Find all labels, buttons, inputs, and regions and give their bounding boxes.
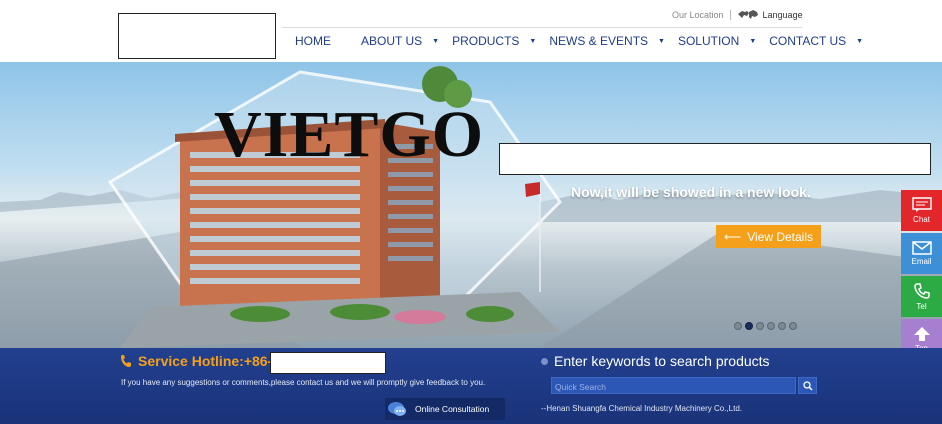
nav-label: CONTACT US [769, 34, 847, 48]
chat-bubble-icon [388, 402, 406, 416]
carousel-dot[interactable] [789, 322, 797, 330]
service-hotline: Service Hotline:+86- [120, 353, 272, 369]
main-nav: HOME ABOUT US ▼ PRODUCTS ▼ NEWS & EVENTS… [295, 33, 863, 49]
search-heading-text: Enter keywords to search products [554, 353, 770, 369]
nav-item-news-events[interactable]: NEWS & EVENTS ▼ [549, 34, 665, 48]
carousel-dot[interactable] [778, 322, 786, 330]
site-header: Our Location Language HOME ABOUT US ▼ PR… [0, 0, 942, 62]
email-button[interactable]: Email [901, 233, 942, 274]
phone-icon [913, 283, 930, 299]
arrow-left-icon: ⟵ [723, 229, 742, 244]
hotline-label: Service Hotline:+86- [138, 353, 273, 369]
chevron-down-icon: ▼ [749, 37, 757, 45]
redacted-box [499, 143, 931, 175]
nav-divider [282, 27, 802, 28]
bullet-icon [541, 357, 548, 365]
nav-item-contact-us[interactable]: CONTACT US ▼ [769, 34, 863, 48]
nav-label: HOME [295, 34, 331, 48]
logo-placeholder[interactable] [118, 13, 276, 59]
banner-tagline: Now,it will be showed in a new look. [571, 184, 811, 200]
view-details-label: View Details [747, 229, 813, 244]
header-utility-links: Our Location Language [672, 8, 803, 22]
language-selector[interactable]: Language [737, 9, 803, 21]
chat-label: Chat [913, 215, 930, 224]
chevron-down-icon: ▼ [856, 37, 864, 45]
our-location-link[interactable]: Our Location [672, 10, 724, 20]
nav-label: NEWS & EVENTS [549, 34, 649, 48]
chat-icon [911, 197, 932, 212]
company-name: --Henan Shuangfa Chemical Industry Machi… [541, 404, 742, 413]
tel-label: Tel [916, 302, 927, 311]
tel-button[interactable]: Tel [901, 276, 942, 317]
watermark-text: VIETGO [214, 98, 485, 171]
hero-banner: VIETGO Now,it will be showed in a new lo… [0, 62, 942, 348]
carousel-dot[interactable] [734, 322, 742, 330]
chat-button[interactable]: Chat [901, 190, 942, 231]
quick-search-input[interactable] [551, 377, 796, 394]
nav-item-solution[interactable]: SOLUTION ▼ [678, 34, 756, 48]
search-button[interactable] [798, 377, 817, 394]
nav-item-about-us[interactable]: ABOUT US ▼ [361, 34, 439, 48]
online-consultation-label: Online Consultation [415, 404, 490, 414]
language-label: Language [762, 10, 803, 20]
site-footer: Service Hotline:+86- If you have any sug… [0, 348, 942, 424]
carousel-dot[interactable] [767, 322, 775, 330]
nav-item-home[interactable]: HOME [295, 34, 331, 48]
carousel-dot-active[interactable] [745, 322, 753, 330]
feedback-note: If you have any suggestions or comments,… [121, 378, 486, 387]
search-heading: Enter keywords to search products [541, 353, 770, 369]
view-details-button[interactable]: ⟵ View Details [716, 225, 821, 248]
email-label: Email [911, 257, 932, 266]
nav-label: PRODUCTS [452, 34, 520, 48]
chevron-down-icon: ▼ [658, 37, 665, 45]
nav-label: SOLUTION [677, 34, 740, 48]
chevron-down-icon: ▼ [432, 37, 440, 45]
floating-contact-bar: Chat Email Tel Top [901, 190, 942, 362]
chevron-down-icon: ▼ [529, 37, 537, 45]
nav-label: ABOUT US [361, 34, 423, 48]
arrow-up-icon [913, 327, 930, 341]
divider [729, 10, 731, 20]
carousel-dot[interactable] [756, 322, 764, 330]
redacted-phone-box [270, 352, 386, 374]
phone-icon [121, 355, 131, 367]
world-map-icon [737, 10, 758, 19]
online-consultation-button[interactable]: Online Consultation [385, 398, 505, 420]
nav-item-products[interactable]: PRODUCTS ▼ [452, 34, 536, 48]
search-icon [802, 380, 813, 391]
carousel-pagination [734, 322, 800, 330]
mail-icon [911, 241, 932, 255]
